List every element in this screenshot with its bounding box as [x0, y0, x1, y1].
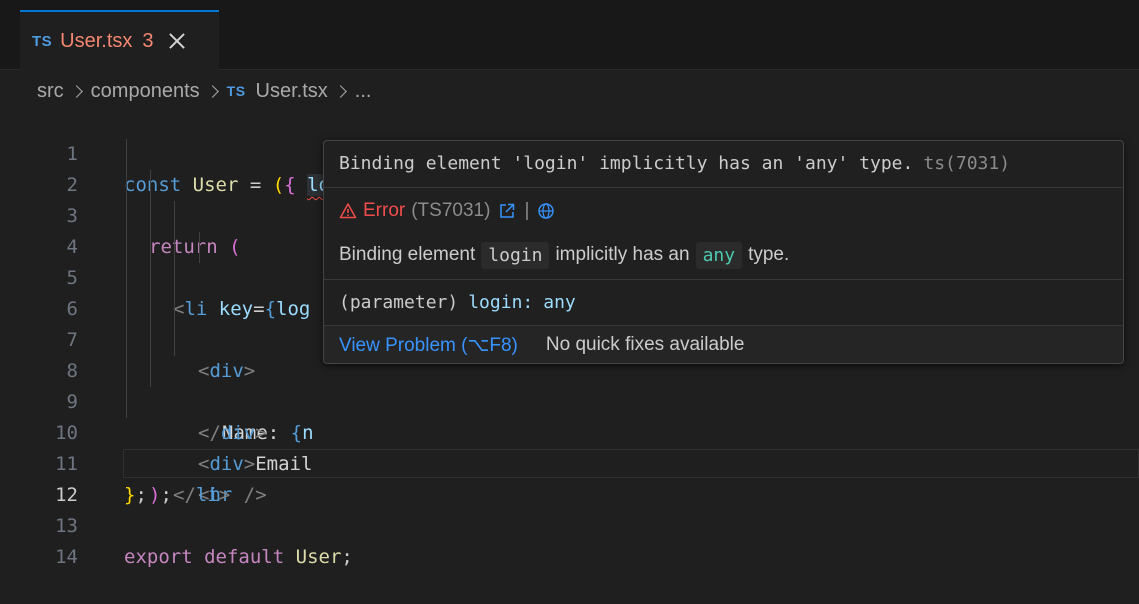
indent-guide — [199, 232, 200, 263]
line-number: 14 — [55, 546, 78, 568]
breadcrumb: src components TS User.tsx ... — [37, 76, 371, 106]
indent-guide — [174, 325, 175, 356]
open-external-icon[interactable] — [498, 202, 516, 220]
typescript-file-icon: TS — [32, 32, 53, 50]
indent-guide — [126, 170, 127, 201]
keyword: default — [204, 546, 285, 568]
desc-text: type. — [748, 244, 790, 265]
error-warning-icon — [339, 203, 357, 219]
hover-title-code: ts(7031) — [923, 152, 1011, 174]
indent-guide — [150, 170, 151, 201]
indent-guide — [150, 201, 151, 232]
indent-guide — [126, 294, 127, 325]
desc-text: implicitly has an — [555, 244, 690, 265]
tab-title: User.tsx — [60, 29, 133, 52]
code-line[interactable]: 14 — [0, 511, 1139, 568]
error-description: Binding element login implicitly has an any… — [339, 239, 789, 271]
punctuation: ; — [341, 546, 353, 568]
desc-text: Binding element — [339, 244, 476, 265]
signature-type: any — [543, 291, 576, 313]
chevron-right-icon — [69, 84, 83, 98]
breadcrumb-item-src[interactable]: src — [37, 80, 64, 103]
code-line[interactable]: 13 export default User; — [0, 480, 1139, 568]
indent-guide — [126, 263, 127, 294]
code-line-active[interactable]: 12 — [0, 449, 1139, 506]
hover-title: Binding element 'login' implicitly has a… — [339, 148, 1010, 178]
view-problem-link[interactable]: View Problem (⌥F8) — [339, 334, 518, 357]
inline-code-name: login — [481, 241, 550, 269]
indent-guide — [126, 387, 127, 418]
indent-guide — [174, 201, 175, 232]
keyword: export — [124, 546, 193, 568]
error-label: Error — [363, 200, 406, 221]
error-row: Error (TS7031) | — [339, 196, 555, 226]
indent-guide — [126, 232, 127, 263]
chevron-right-icon — [333, 84, 347, 98]
divider — [324, 187, 1123, 188]
current-line-highlight — [123, 449, 1139, 478]
indent-guide — [150, 294, 151, 325]
code-line[interactable]: 10 ); — [0, 387, 1139, 506]
indent-guide — [150, 232, 151, 263]
breadcrumb-item-components[interactable]: components — [91, 80, 200, 103]
indent-guide — [150, 263, 151, 294]
indent-guide — [126, 139, 127, 170]
separator: | — [524, 200, 530, 221]
indent-guide — [174, 232, 175, 263]
indent-guide — [174, 294, 175, 325]
hover-title-message: Binding element 'login' implicitly has a… — [339, 152, 914, 174]
code-line[interactable]: 11 }; — [0, 418, 1139, 506]
indent-guide — [126, 356, 127, 387]
indent-guide — [126, 201, 127, 232]
identifier: User — [295, 546, 342, 568]
divider — [324, 279, 1123, 280]
inline-code-type: any — [695, 241, 743, 269]
breadcrumb-item-file[interactable]: User.tsx — [256, 80, 328, 103]
indent-guide — [150, 356, 151, 387]
hover-actions: View Problem (⌥F8) No quick fixes availa… — [339, 330, 744, 360]
hover-tooltip: Binding element 'login' implicitly has a… — [323, 140, 1124, 364]
signature-kind: (parameter) — [339, 291, 459, 313]
line-content[interactable]: export default User; — [124, 542, 353, 573]
indent-guide — [126, 325, 127, 356]
problem-count-badge: 3 — [142, 29, 154, 52]
signature-name: login: — [468, 291, 534, 313]
chevron-right-icon — [205, 84, 219, 98]
breadcrumb-item-symbols[interactable]: ... — [355, 80, 372, 103]
no-quick-fixes-text: No quick fixes available — [545, 334, 745, 355]
code-line[interactable]: 1 const User = ({ login, name, email }) … — [0, 108, 1139, 196]
indent-guide — [150, 325, 151, 356]
tab-user-tsx[interactable]: TS User.tsx 3 — [20, 10, 219, 70]
typescript-file-icon: TS — [226, 83, 246, 99]
globe-icon[interactable] — [537, 202, 555, 220]
editor-tab-bar: TS User.tsx 3 — [0, 0, 1139, 70]
error-code: (TS7031) — [411, 200, 491, 221]
hover-status-bar: View Problem (⌥F8) No quick fixes availa… — [324, 325, 1123, 363]
signature-row: (parameter) login: any — [339, 287, 576, 317]
close-icon[interactable] — [168, 32, 186, 50]
indent-guide — [174, 263, 175, 294]
